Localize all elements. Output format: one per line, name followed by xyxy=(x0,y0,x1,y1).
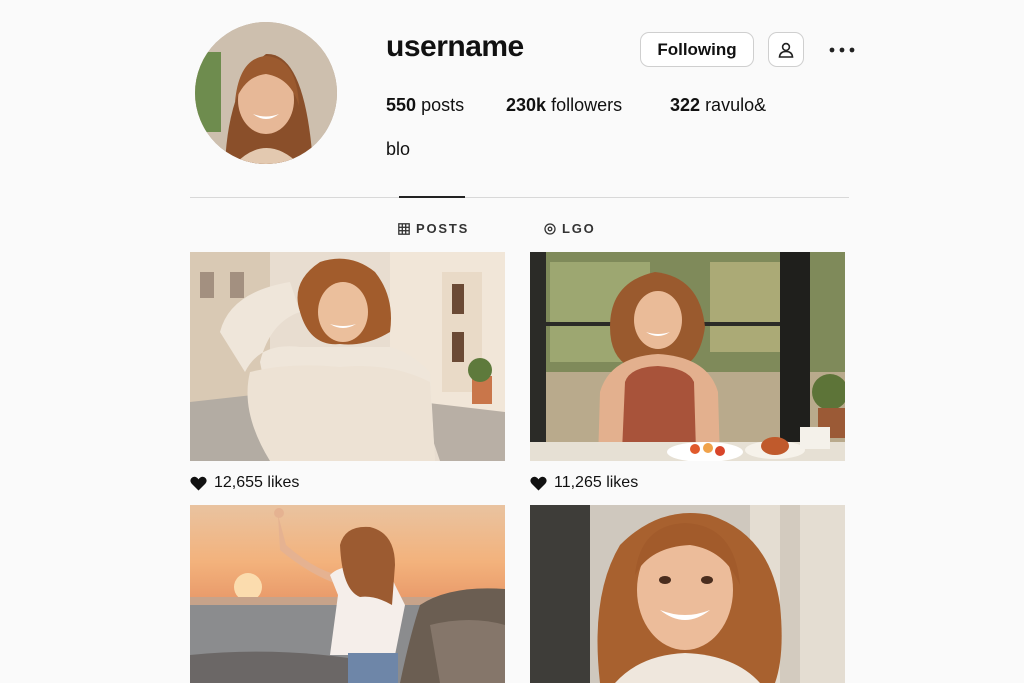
target-icon xyxy=(544,222,556,235)
post-thumbnail[interactable] xyxy=(190,505,505,683)
likes-count: 11,265 likes xyxy=(554,474,639,491)
more-options-button[interactable] xyxy=(826,38,858,62)
suggested-accounts-button[interactable] xyxy=(768,32,804,67)
tab-lgo[interactable]: LGO xyxy=(544,221,596,236)
stat-count: 322 xyxy=(670,95,701,115)
tab-label: POSTS xyxy=(416,221,470,236)
tabs-divider xyxy=(190,197,849,198)
profile-page: username Following 550 posts 230k follow… xyxy=(0,0,1024,683)
post-likes[interactable]: 11,265 likes xyxy=(530,474,638,492)
likes-count: 12,655 likes xyxy=(214,474,300,491)
tab-posts[interactable]: POSTS xyxy=(398,221,469,236)
more-dots-icon xyxy=(829,47,855,53)
username-heading: username xyxy=(386,30,524,63)
post-likes[interactable]: 12,655 likes xyxy=(190,474,299,492)
heart-icon xyxy=(190,476,207,491)
following-button[interactable]: Following xyxy=(640,32,754,67)
stat-posts[interactable]: 550 posts xyxy=(386,95,464,116)
avatar[interactable] xyxy=(195,22,337,164)
stat-label: posts xyxy=(421,95,465,115)
post-thumbnail[interactable] xyxy=(530,252,845,461)
stat-count: 230k xyxy=(506,95,547,115)
post-thumbnail[interactable] xyxy=(190,252,505,461)
heart-icon xyxy=(530,476,547,491)
stat-label: followers xyxy=(551,95,623,115)
grid-icon xyxy=(398,222,410,235)
tab-label: LGO xyxy=(562,221,596,236)
profile-bio: blo xyxy=(386,139,411,159)
post-thumbnail[interactable] xyxy=(530,505,845,683)
stat-count: 550 xyxy=(386,95,417,115)
stat-label: ravulo& xyxy=(705,95,767,115)
person-icon xyxy=(777,41,795,59)
stat-followers[interactable]: 230k followers xyxy=(506,95,622,116)
active-tab-indicator xyxy=(399,196,465,198)
stat-following[interactable]: 322 ravulo& xyxy=(670,95,766,116)
